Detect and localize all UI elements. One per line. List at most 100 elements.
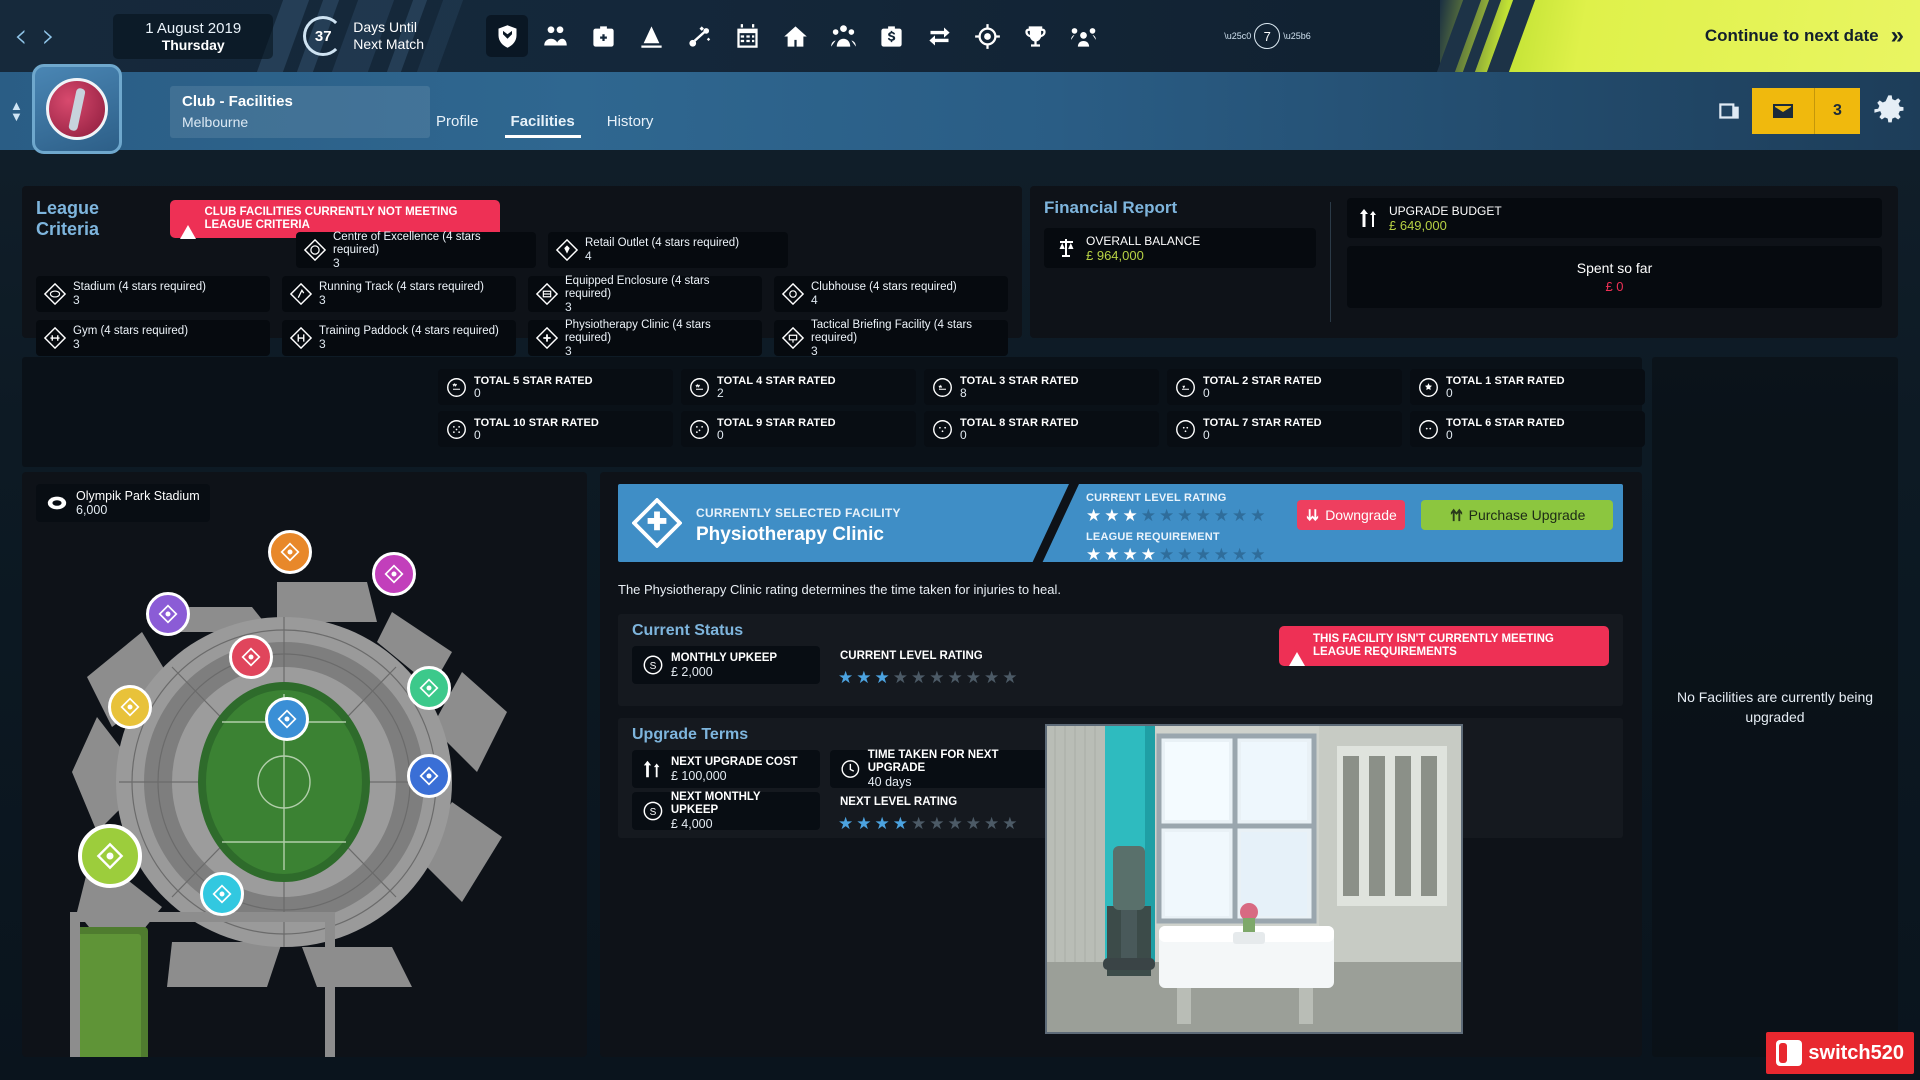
criteria-item-tactical-briefing-facility[interactable]: Tactical Briefing Facility (4 stars requ… xyxy=(774,320,1008,356)
star-total-7[interactable]: TOTAL 7 STAR RATED0 xyxy=(1167,411,1402,447)
club-switcher[interactable]: ▲▼ xyxy=(10,100,23,122)
speed-decrease-icon[interactable]: \u25c0 xyxy=(1224,31,1251,41)
star-total-value: 0 xyxy=(717,429,836,442)
medical-icon[interactable] xyxy=(582,15,624,57)
star-total-3[interactable]: TOTAL 3 STAR RATED8 xyxy=(924,369,1159,405)
date-text: 1 August 2019 xyxy=(135,20,251,37)
speed-value: 7 xyxy=(1254,23,1280,49)
continue-to-next-date-button[interactable]: Continue to next date » xyxy=(1440,0,1920,72)
svg-text:S: S xyxy=(650,661,657,672)
star-total-1[interactable]: TOTAL 1 STAR RATED0 xyxy=(1410,369,1645,405)
star-total-value: 0 xyxy=(1203,429,1322,442)
speed-increase-icon[interactable]: \u25b6 xyxy=(1283,31,1311,41)
facility-alert-text: THIS FACILITY ISN'T CURRENTLY MEETING LE… xyxy=(1313,633,1599,659)
game-speed-control[interactable]: \u25c0 7 \u25b6 xyxy=(1224,23,1311,49)
tab-facilities[interactable]: Facilities xyxy=(495,105,591,138)
criteria-value: 3 xyxy=(73,294,206,307)
transfers-icon[interactable] xyxy=(918,15,960,57)
inbox-icon[interactable] xyxy=(1752,88,1814,134)
criteria-value: 4 xyxy=(811,294,957,307)
pin-red[interactable] xyxy=(229,635,273,679)
selected-facility-bar: CURRENTLY SELECTED FACILITY Physiotherap… xyxy=(618,484,1623,562)
criteria-item-stadium[interactable]: Stadium (4 stars required)3 xyxy=(36,276,270,312)
criteria-name: Stadium (4 stars required) xyxy=(73,281,206,294)
star-total-6[interactable]: TOTAL 6 STAR RATED0 xyxy=(1410,411,1645,447)
back-button[interactable]: ‹ xyxy=(14,19,28,53)
star-total-5[interactable]: TOTAL 5 STAR RATED0 xyxy=(438,369,673,405)
pin-yellow[interactable] xyxy=(108,685,152,729)
scouting-icon[interactable] xyxy=(966,15,1008,57)
star-circle-icon xyxy=(1418,419,1439,440)
star-total-value: 0 xyxy=(474,387,593,400)
gear-icon[interactable] xyxy=(1860,72,1920,150)
switch-logo-icon xyxy=(1776,1040,1802,1066)
tab-history[interactable]: History xyxy=(591,105,670,138)
criteria-item-training-paddock[interactable]: Training Paddock (4 stars required)3 xyxy=(282,320,516,356)
staff-icon[interactable] xyxy=(1062,15,1104,57)
league-requirement-stars: ★★★★ ★★★ ★★★ xyxy=(1086,546,1266,562)
criteria-item-equipped-enclosure[interactable]: Equipped Enclosure (4 stars required)3 xyxy=(528,276,762,312)
facility-alert: THIS FACILITY ISN'T CURRENTLY MEETING LE… xyxy=(1279,626,1609,666)
pin-blue-right[interactable] xyxy=(407,754,451,798)
svg-text:S: S xyxy=(650,807,657,818)
star-total-9[interactable]: TOTAL 9 STAR RATED0 xyxy=(681,411,916,447)
criteria-value: 3 xyxy=(333,257,528,270)
star-total-label: TOTAL 3 STAR RATED xyxy=(960,375,1079,387)
stadium-icon xyxy=(46,492,68,514)
tactics-icon[interactable] xyxy=(678,15,720,57)
criteria-grid: Centre of Excellence (4 stars required)3… xyxy=(36,232,1008,364)
facility-diamond-icon xyxy=(280,542,300,562)
star-total-10[interactable]: TOTAL 10 STAR RATED0 xyxy=(438,411,673,447)
upgrade-budget-label: UPGRADE BUDGET xyxy=(1389,204,1502,218)
star-circle-icon xyxy=(1418,377,1439,398)
criteria-item-gym[interactable]: Gym (4 stars required)3 xyxy=(36,320,270,356)
continue-chevron-icon: » xyxy=(1891,22,1904,50)
criteria-item-clubhouse[interactable]: Clubhouse (4 stars required)4 xyxy=(774,276,1008,312)
pin-magenta[interactable] xyxy=(372,552,416,596)
star-circle-icon xyxy=(689,377,710,398)
criteria-value: 3 xyxy=(565,301,754,314)
star-total-8[interactable]: TOTAL 8 STAR RATED0 xyxy=(924,411,1159,447)
overall-balance-value: £ 964,000 xyxy=(1086,248,1200,263)
star-circle-icon xyxy=(1175,377,1196,398)
star-total-label: TOTAL 8 STAR RATED xyxy=(960,417,1079,429)
pin-blue-center[interactable] xyxy=(265,697,309,741)
up-arrows-icon xyxy=(1449,508,1464,523)
star-total-4[interactable]: TOTAL 4 STAR RATED2 xyxy=(681,369,916,405)
purchase-upgrade-button[interactable]: Purchase Upgrade xyxy=(1421,500,1613,530)
shield-icon[interactable] xyxy=(486,15,528,57)
pin-cyan[interactable] xyxy=(200,872,244,916)
team-icon[interactable] xyxy=(822,15,864,57)
upgrade-arrows-icon xyxy=(642,758,664,780)
pin-green[interactable] xyxy=(407,666,451,710)
star-total-label: TOTAL 1 STAR RATED xyxy=(1446,375,1565,387)
criteria-item-centre-of-excellence[interactable]: Centre of Excellence (4 stars required)3 xyxy=(296,232,536,268)
club-badge[interactable] xyxy=(32,64,122,154)
forward-button[interactable]: › xyxy=(42,19,56,53)
criteria-item-physiotherapy-clinic[interactable]: Physiotherapy Clinic (4 stars required)3 xyxy=(528,320,762,356)
tab-profile[interactable]: Profile xyxy=(420,105,495,138)
squad-icon[interactable] xyxy=(534,15,576,57)
physio-room-image xyxy=(1047,726,1461,1032)
facility-diamond-icon xyxy=(212,884,232,904)
downgrade-button[interactable]: Downgrade xyxy=(1297,500,1405,530)
home-icon[interactable] xyxy=(774,15,816,57)
facility-diamond-icon xyxy=(536,283,558,305)
star-total-2[interactable]: TOTAL 2 STAR RATED0 xyxy=(1167,369,1402,405)
next-level-rating-label: NEXT LEVEL RATING xyxy=(840,796,957,808)
finance-icon[interactable] xyxy=(870,15,912,57)
calendar-icon[interactable] xyxy=(726,15,768,57)
stadium-capacity: 6,000 xyxy=(76,503,200,517)
star-total-label: TOTAL 4 STAR RATED xyxy=(717,375,836,387)
pin-purple[interactable] xyxy=(146,592,190,636)
training-cone-icon[interactable] xyxy=(630,15,672,57)
star-circle-icon xyxy=(689,419,710,440)
pin-lime[interactable] xyxy=(78,824,142,888)
star-total-label: TOTAL 9 STAR RATED xyxy=(717,417,836,429)
criteria-item-running-track[interactable]: Running Track (4 stars required)3 xyxy=(282,276,516,312)
weekday-text: Thursday xyxy=(135,37,251,53)
pin-orange[interactable] xyxy=(268,530,312,574)
trophy-icon[interactable] xyxy=(1014,15,1056,57)
news-icon[interactable] xyxy=(1706,88,1752,134)
criteria-item-retail-outlet[interactable]: Retail Outlet (4 stars required)4 xyxy=(548,232,788,268)
